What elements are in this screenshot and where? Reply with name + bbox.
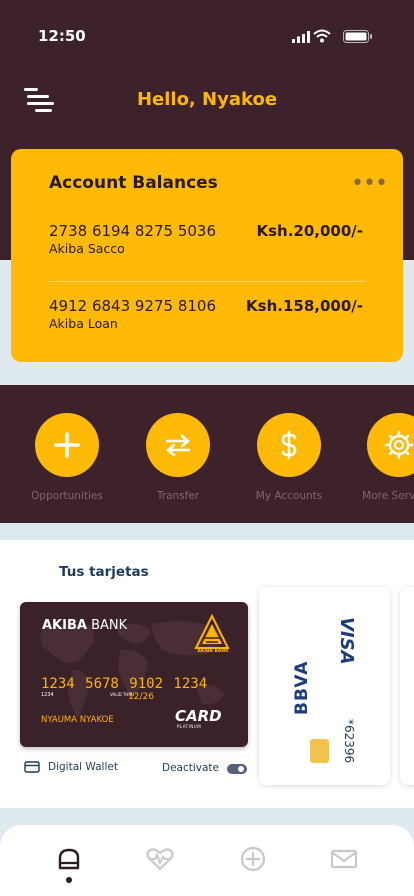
- status-time: 12:50: [38, 27, 86, 45]
- status-bar: 12:50: [0, 0, 414, 60]
- card-expiry: 12/26: [128, 692, 154, 702]
- action-opportunities[interactable]: Opportunities: [17, 413, 117, 502]
- balances-title: Account Balances: [49, 173, 218, 193]
- tab-home[interactable]: [53, 843, 85, 883]
- tab-messages[interactable]: [328, 843, 360, 875]
- plus-icon: [54, 432, 80, 458]
- bbva-card[interactable]: VISA BBVA *62396: [259, 587, 390, 785]
- battery-icon: [343, 30, 372, 43]
- gear-icon: [384, 430, 414, 460]
- visa-logo: VISA: [336, 617, 357, 665]
- card-last-digits: *62396: [342, 719, 356, 764]
- cellular-signal-icon: [292, 31, 310, 43]
- account-balances-card[interactable]: Account Balances ••• 2738 6194 8275 5036…: [11, 149, 403, 362]
- tab-add[interactable]: [237, 843, 269, 875]
- ellipsis-icon[interactable]: •••: [351, 171, 388, 196]
- active-indicator: [66, 877, 72, 883]
- divider: [49, 281, 365, 282]
- cards-section: Tus tarjetas AKIBA BANK AKIBA BANK 1234 …: [0, 540, 414, 808]
- card-holder: NYAUMA NYAKOE: [41, 715, 114, 725]
- action-label: Opportunities: [31, 490, 103, 502]
- wifi-icon: [313, 29, 331, 43]
- account-amount: Ksh.158,000/-: [246, 297, 363, 315]
- bottom-tab-bar: [0, 825, 414, 896]
- account-name: Akiba Loan: [49, 316, 118, 331]
- action-transfer[interactable]: Transfer: [128, 413, 228, 502]
- next-card-peek[interactable]: [400, 587, 414, 785]
- dollar-icon: [281, 430, 297, 460]
- card-small-digits: 1234: [41, 692, 54, 698]
- account-name: Akiba Sacco: [49, 241, 125, 256]
- akiba-bank-card[interactable]: AKIBA BANK AKIBA BANK 1234 5678 9102 123…: [20, 602, 248, 747]
- account-row[interactable]: 2738 6194 8275 5036 Akiba Sacco Ksh.20,0…: [49, 222, 369, 256]
- quick-actions: Opportunities Transfer My Accounts More …: [0, 385, 414, 523]
- action-label: Transfer: [156, 490, 200, 502]
- wallet-card-icon: [24, 761, 40, 773]
- action-more-services[interactable]: More Services: [349, 413, 414, 502]
- action-label: My Accounts: [255, 490, 323, 502]
- transfer-icon: [165, 434, 191, 457]
- card-label: CARD: [175, 707, 222, 725]
- card-tier: PLATINUM: [177, 724, 202, 729]
- bbva-logo: BBVA: [292, 660, 312, 715]
- digital-wallet-label: Digital Wallet: [48, 761, 118, 773]
- card-bank-name: AKIBA BANK: [42, 618, 128, 633]
- card-logo-text: AKIBA BANK: [197, 649, 229, 654]
- action-label: More Services: [362, 490, 414, 502]
- tab-health[interactable]: [144, 843, 176, 875]
- digital-wallet-button[interactable]: Digital Wallet: [24, 761, 118, 773]
- mail-icon: [330, 849, 358, 869]
- deactivate-toggle[interactable]: [227, 764, 247, 774]
- card-chip-icon: [310, 739, 329, 763]
- action-my-accounts[interactable]: My Accounts: [239, 413, 339, 502]
- home-icon: [58, 848, 80, 870]
- plus-circle-icon: [240, 846, 266, 872]
- greeting: Hello, Nyakoe: [136, 89, 278, 110]
- card-number: 1234 5678 9102 1234: [41, 676, 208, 692]
- cards-title: Tus tarjetas: [59, 564, 149, 580]
- account-amount: Ksh.20,000/-: [256, 222, 363, 240]
- deactivate-label: Deactivate: [162, 762, 220, 774]
- heart-pulse-icon: [146, 848, 174, 871]
- account-row[interactable]: 4912 6843 9275 8106 Akiba Loan Ksh.158,0…: [49, 297, 369, 331]
